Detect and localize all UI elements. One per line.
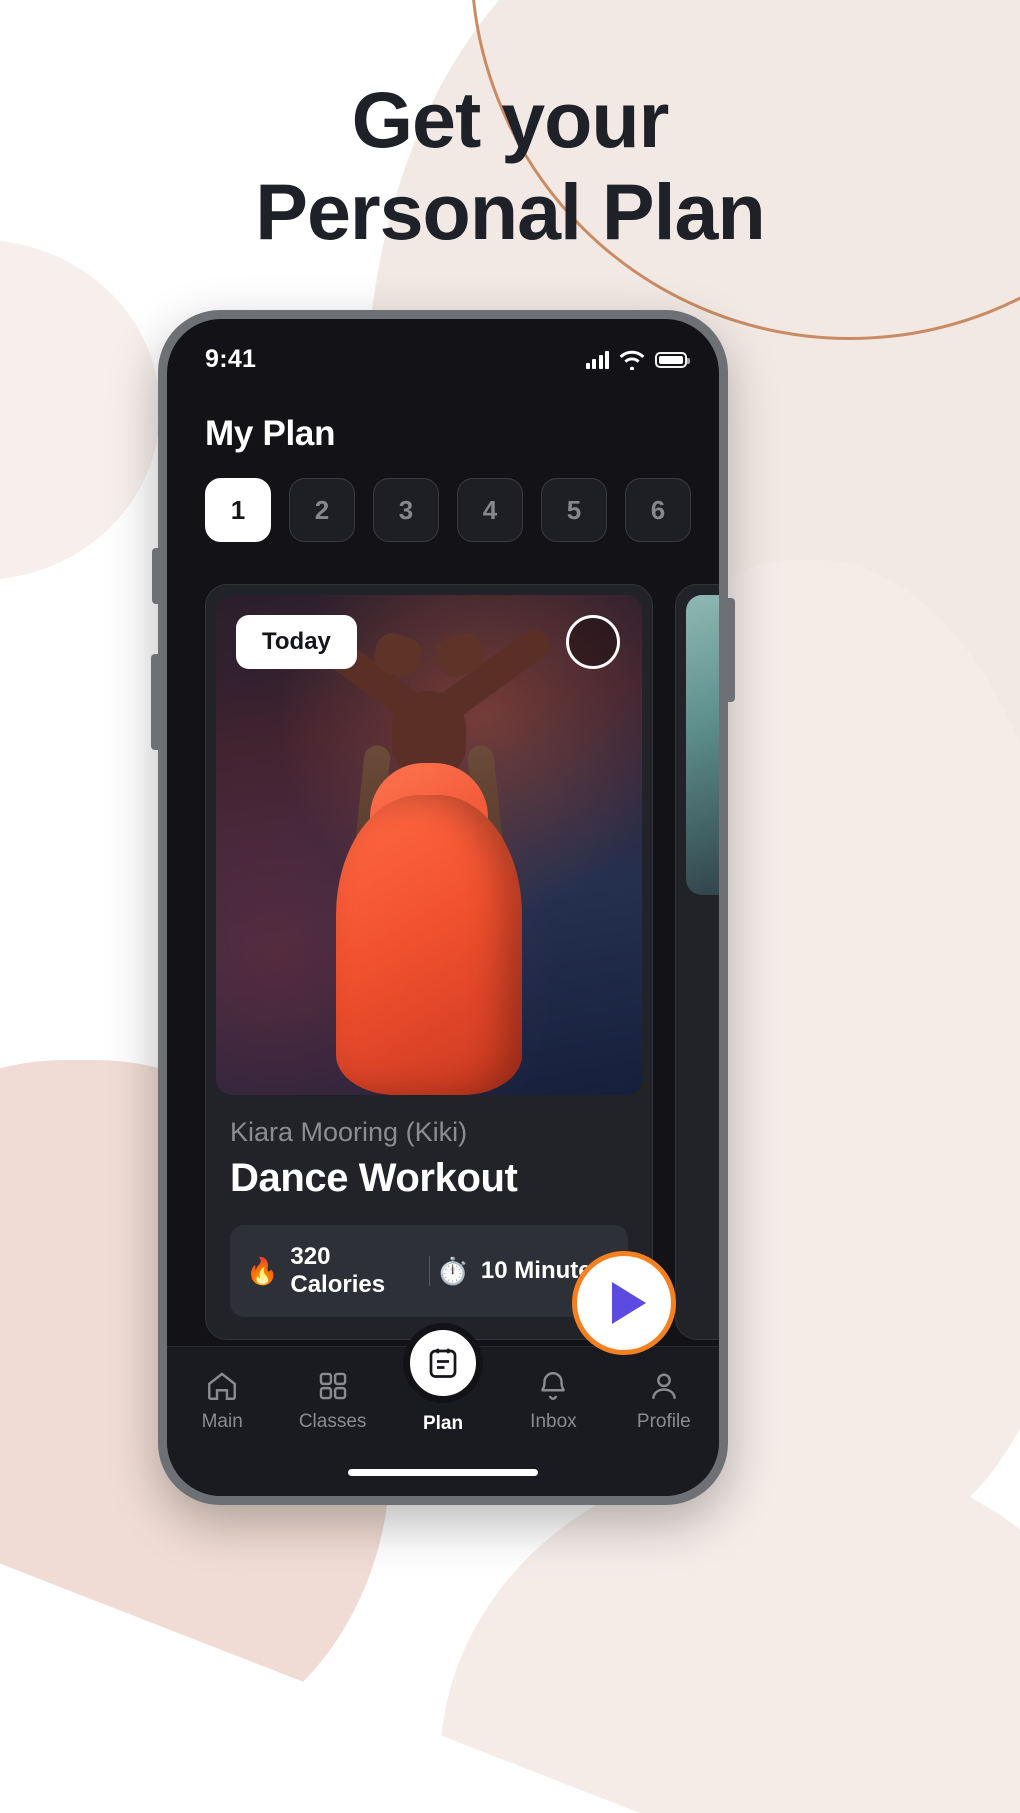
day-pill-label: 1 [230,494,246,525]
bottom-tab-bar[interactable]: Main Classes Plan Inbox Profile [167,1323,719,1496]
tab-inbox[interactable]: Inbox [498,1369,608,1433]
status-bar-icons [585,350,690,370]
headline-line-2: Personal Plan [255,166,766,256]
circle-unchecked-icon[interactable] [566,615,620,669]
workout-title: Dance Workout [230,1156,518,1200]
workout-card-carousel[interactable]: Today Kiara Mooring (Kiki) Dance Workout… [167,542,719,1355]
phone-power-button[interactable] [727,598,735,702]
person-icon [651,1373,676,1399]
instructor-name: Kiara Mooring (Kiki) [230,1117,468,1147]
battery-full-icon [655,351,690,368]
tab-profile-label: Profile [636,1411,691,1432]
fire-icon: 🔥 [246,1255,279,1286]
tab-plan-label: Plan [422,1413,464,1434]
home-indicator [348,1469,538,1476]
beige-blob-bottom-right [440,1453,1020,1813]
promo-headline: Get your Personal Plan [0,74,1020,257]
day-pill-3[interactable]: 3 [373,478,439,542]
day-pill-6[interactable]: 6 [625,478,691,542]
day-pill-label: 5 [566,494,582,525]
home-icon [208,1372,237,1400]
play-icon [611,1282,646,1324]
day-pill-1[interactable]: 1 [205,478,271,542]
workout-card[interactable]: Today Kiara Mooring (Kiki) Dance Workout… [205,584,676,1355]
workout-card-next-peek[interactable] [675,584,719,1340]
page-title: My Plan [205,414,336,453]
calendar-icon [429,1348,457,1378]
grid-icon [319,1372,346,1400]
tab-main[interactable]: Main [167,1369,277,1433]
status-bar: 9:41 [167,319,719,374]
stat-calories-label: 320 Calories [290,1243,386,1298]
tab-classes[interactable]: Classes [277,1369,387,1433]
workout-thumbnail: Today [216,595,642,1095]
beige-blob-left-top [0,240,160,580]
tab-inbox-label: Inbox [530,1411,577,1432]
wifi-icon [619,350,645,370]
day-pill-label: 3 [398,494,414,525]
phone-mockup: 9:41 My Plan 1 2 3 4 5 6 Today Kiara Moo… [151,310,735,1505]
illustration-dress [336,795,522,1095]
tab-main-label: Main [201,1411,243,1432]
phone-volume-button[interactable] [151,654,159,750]
day-pill-label: 6 [650,494,666,525]
day-pill-2[interactable]: 2 [289,478,355,542]
phone-mute-switch[interactable] [152,548,159,604]
play-button[interactable] [572,1251,676,1355]
day-pill-label: 2 [314,494,330,525]
today-badge: Today [236,615,357,669]
phone-screen: 9:41 My Plan 1 2 3 4 5 6 Today Kiara Moo… [167,319,719,1496]
day-pill-label: 4 [482,494,498,525]
plan-fab[interactable] [403,1323,484,1403]
tab-plan[interactable]: Plan [388,1323,498,1435]
workout-stats-bar: 🔥 320 Calories ⏱️ 10 Minutes [230,1225,628,1317]
workout-thumbnail-next [686,595,719,895]
day-selector[interactable]: 1 2 3 4 5 6 [167,454,719,542]
tab-classes-label: Classes [298,1411,367,1432]
cellular-signal-icon [585,350,609,369]
stat-calories: 🔥 320 Calories [246,1243,429,1299]
day-pill-5[interactable]: 5 [541,478,607,542]
day-pill-4[interactable]: 4 [457,478,523,542]
status-bar-time: 9:41 [205,345,257,373]
phone-frame: 9:41 My Plan 1 2 3 4 5 6 Today Kiara Moo… [158,310,728,1505]
tab-profile[interactable]: Profile [609,1369,719,1433]
headline-line-1: Get your [351,75,670,164]
bell-icon [541,1372,566,1400]
workout-card-body: Kiara Mooring (Kiki) Dance Workout 🔥 320… [216,1095,676,1355]
stopwatch-icon: ⏱️ [436,1255,469,1286]
